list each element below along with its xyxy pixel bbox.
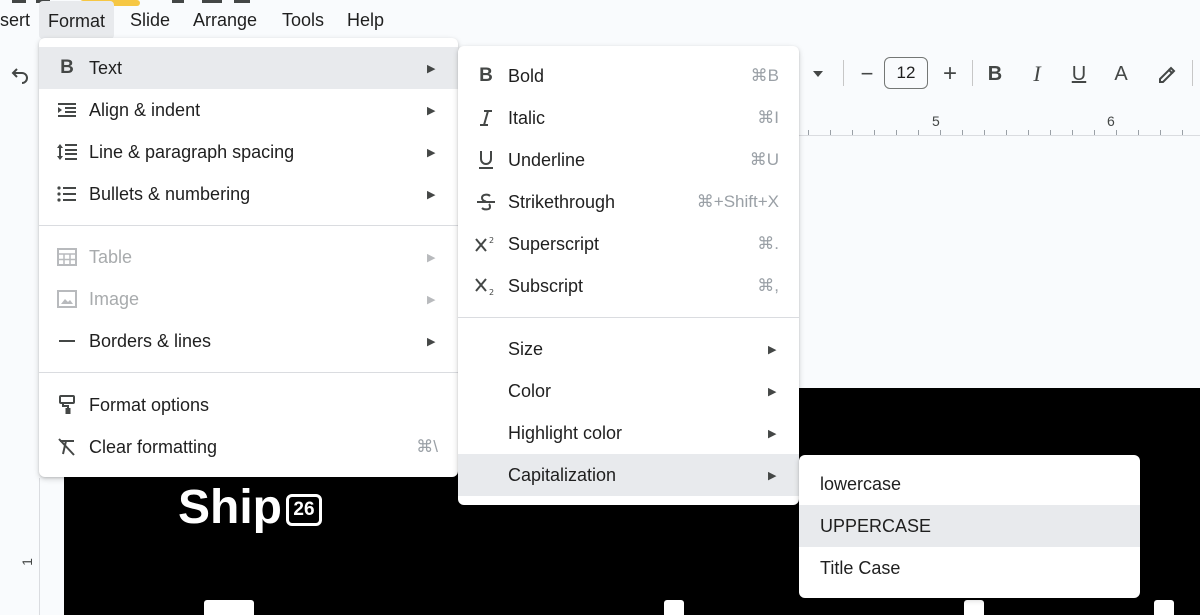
menu-divider [458, 317, 799, 318]
shortcut-subscript: ⌘, [757, 276, 779, 295]
menu-item-underline[interactable]: Underline ⌘U [458, 139, 799, 181]
strikethrough-icon [474, 190, 498, 214]
clear-formatting-icon [55, 435, 79, 459]
svg-text:2: 2 [489, 236, 494, 245]
bold-b-icon: B [60, 57, 74, 78]
table-icon [55, 245, 79, 269]
menu-bar: sert Format Slide Arrange Tools Help [0, 0, 1200, 40]
toolbar-divider [843, 60, 844, 86]
menu-slide[interactable]: Slide [121, 0, 179, 40]
bulleted-list-icon [55, 182, 79, 206]
menu-item-title-case[interactable]: Title Case [799, 547, 1140, 589]
slide-headline-partial [194, 600, 1174, 615]
menu-item-align-indent[interactable]: Align & indent ▶ [39, 89, 458, 131]
italic-button[interactable]: I [1024, 46, 1050, 102]
menu-divider [39, 225, 458, 226]
menu-item-uppercase[interactable]: UPPERCASE [799, 505, 1140, 547]
submenu-arrow-icon: ▶ [427, 251, 436, 264]
menu-item-superscript[interactable]: 2 Superscript ⌘. [458, 223, 799, 265]
slide-brand-badge: 26 [286, 494, 322, 526]
capitalization-submenu: lowercase UPPERCASE Title Case [799, 455, 1140, 598]
toolbar-divider [1192, 60, 1193, 86]
subscript-icon: 2 [474, 274, 498, 298]
highlight-color-button[interactable] [1152, 46, 1180, 102]
toolbar-partial-icons [12, 0, 250, 6]
menu-item-clear-formatting[interactable]: Clear formatting ⌘\ [39, 426, 458, 468]
submenu-arrow-icon: ▶ [768, 427, 777, 440]
ruler-mark: 1 [18, 558, 35, 566]
line-spacing-icon [55, 140, 79, 164]
submenu-arrow-icon: ▶ [768, 385, 777, 398]
menu-item-image: Image ▶ [39, 278, 458, 320]
decrease-font-size-button[interactable]: − [853, 46, 881, 102]
ruler-mark: 5 [932, 113, 940, 129]
submenu-arrow-icon: ▶ [427, 335, 436, 348]
submenu-arrow-icon: ▶ [427, 62, 436, 75]
menu-item-lowercase[interactable]: lowercase [799, 463, 1140, 505]
submenu-arrow-icon: ▶ [427, 104, 436, 117]
undo-icon [11, 68, 28, 84]
superscript-icon: 2 [474, 232, 498, 256]
menu-insert[interactable]: sert [0, 0, 39, 40]
submenu-arrow-icon: ▶ [427, 188, 436, 201]
menu-help[interactable]: Help [338, 0, 393, 40]
shortcut-clear-formatting: ⌘\ [416, 437, 438, 456]
chevron-down-icon [813, 71, 823, 77]
format-menu: B Text ▶ Align & indent ▶ Line & paragra… [39, 38, 458, 477]
submenu-arrow-icon: ▶ [768, 469, 777, 482]
text-submenu: B Bold ⌘B Italic ⌘I Underline ⌘U Striket… [458, 46, 799, 505]
horizontal-ruler[interactable]: 5 6 [796, 110, 1200, 136]
text-color-button[interactable]: A [1108, 46, 1134, 102]
menu-item-size[interactable]: Size ▶ [458, 328, 799, 370]
shortcut-superscript: ⌘. [757, 234, 779, 253]
italic-icon [474, 106, 498, 130]
menu-item-borders-lines[interactable]: Borders & lines ▶ [39, 320, 458, 362]
svg-text:2: 2 [489, 288, 494, 296]
shortcut-bold: ⌘B [750, 66, 779, 85]
menu-item-capitalization[interactable]: Capitalization ▶ [458, 454, 799, 496]
menu-item-bullets-numbering[interactable]: Bullets & numbering ▶ [39, 173, 458, 215]
submenu-arrow-icon: ▶ [427, 293, 436, 306]
shortcut-italic: ⌘I [757, 108, 779, 127]
font-dropdown-button[interactable] [804, 46, 832, 102]
menu-divider [39, 372, 458, 373]
ruler-mark: 6 [1107, 113, 1115, 129]
submenu-arrow-icon: ▶ [427, 146, 436, 159]
bold-button[interactable]: B [982, 46, 1008, 102]
paint-roller-icon [55, 393, 79, 417]
menu-item-table: Table ▶ [39, 236, 458, 278]
menu-item-line-spacing[interactable]: Line & paragraph spacing ▶ [39, 131, 458, 173]
menu-item-subscript[interactable]: 2 Subscript ⌘, [458, 265, 799, 307]
menu-item-bold[interactable]: B Bold ⌘B [458, 55, 799, 97]
highlighter-icon [1159, 66, 1176, 83]
underline-icon [474, 148, 498, 172]
menu-item-format-options[interactable]: Format options [39, 384, 458, 426]
vertical-ruler[interactable]: 1 [18, 478, 40, 615]
menu-item-strikethrough[interactable]: Strikethrough ⌘+Shift+X [458, 181, 799, 223]
menu-arrange[interactable]: Arrange [184, 0, 266, 40]
menu-item-text[interactable]: B Text ▶ [39, 47, 458, 89]
slide-brand-text: Ship [178, 481, 282, 534]
border-line-icon [55, 329, 79, 353]
increase-font-size-button[interactable]: + [936, 46, 964, 102]
undo-button[interactable] [0, 46, 40, 102]
shortcut-strikethrough: ⌘+Shift+X [696, 192, 779, 211]
menu-format[interactable]: Format [39, 1, 115, 39]
toolbar-divider [972, 60, 973, 86]
bold-icon: B [479, 65, 493, 86]
menu-tools[interactable]: Tools [273, 0, 333, 40]
menu-item-color[interactable]: Color ▶ [458, 370, 799, 412]
font-size-input[interactable]: 12 [884, 57, 928, 89]
submenu-arrow-icon: ▶ [768, 343, 777, 356]
menu-item-italic[interactable]: Italic ⌘I [458, 97, 799, 139]
shortcut-underline: ⌘U [749, 150, 779, 169]
menu-item-highlight-color[interactable]: Highlight color ▶ [458, 412, 799, 454]
align-indent-icon [55, 98, 79, 122]
underline-button[interactable]: U [1066, 46, 1092, 102]
image-icon [55, 287, 79, 311]
